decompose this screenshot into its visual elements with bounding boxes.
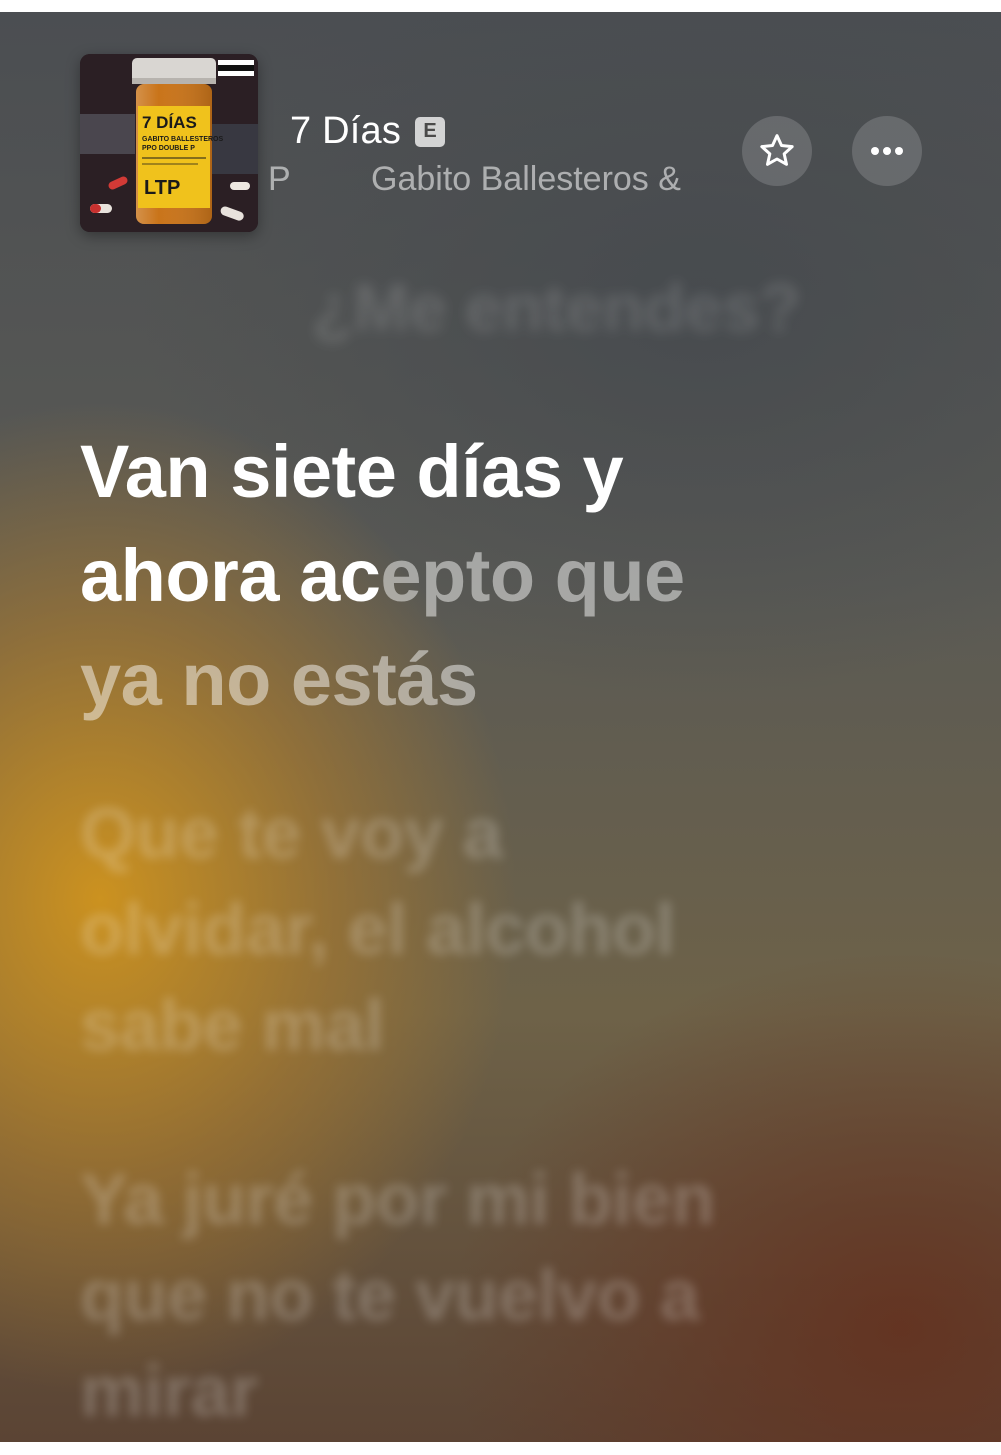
explicit-badge: E: [415, 116, 446, 147]
lyric-next-2-row-2: que no te vuelvo a: [80, 1256, 700, 1336]
song-title[interactable]: 7 Días: [290, 110, 401, 153]
album-art-title: 7 DÍAS: [142, 113, 197, 132]
lyric-line-previous[interactable]: ¿Me entendes?: [312, 260, 932, 356]
more-options-button[interactable]: [852, 116, 922, 186]
lyric-current-row-2: ahora acepto que: [80, 534, 685, 617]
favorite-button[interactable]: [742, 116, 812, 186]
star-icon: [760, 134, 794, 166]
lyric-line-next-1[interactable]: Que te voy a olvidar, el alcohol sabe ma…: [80, 786, 800, 1074]
album-art-logo: LTP: [144, 177, 180, 199]
album-art-credit-1: GABITO BALLESTEROS: [142, 136, 223, 143]
lyric-current-row-1: Van siete días y: [80, 430, 624, 513]
album-art[interactable]: 7 DÍAS GABITO BALLESTEROS PPO DOUBLE P L…: [80, 54, 258, 232]
lyric-next-2-row-1: Ya juré por mi bien: [80, 1160, 715, 1240]
artist-fragment: P: [268, 160, 291, 198]
lyric-next-1-row-1: Que te voy a: [80, 794, 503, 874]
lyric-next-1-row-3: sabe mal: [80, 986, 385, 1066]
lyric-line-next-2[interactable]: Ya juré por mi bien que no te vuelvo a m…: [80, 1152, 800, 1440]
song-title-row: 7 Días E: [290, 110, 446, 153]
album-art-credit-2: PPO DOUBLE P: [142, 145, 195, 152]
ellipsis-icon: [871, 147, 903, 155]
lyrics-screen: 7 DÍAS GABITO BALLESTEROS PPO DOUBLE P L…: [0, 12, 1001, 1442]
artist-marquee[interactable]: P Gabito Ballesteros &: [268, 160, 728, 204]
lyric-current-row-3: ya no estás: [80, 638, 478, 721]
lyric-next-2-row-3: mirar: [80, 1352, 258, 1432]
lyric-next-1-row-2: olvidar, el alcohol: [80, 890, 675, 970]
lyric-line-current[interactable]: Van siete días y ahora acepto que ya no …: [80, 420, 800, 732]
artist-name: Gabito Ballesteros &: [371, 160, 681, 198]
